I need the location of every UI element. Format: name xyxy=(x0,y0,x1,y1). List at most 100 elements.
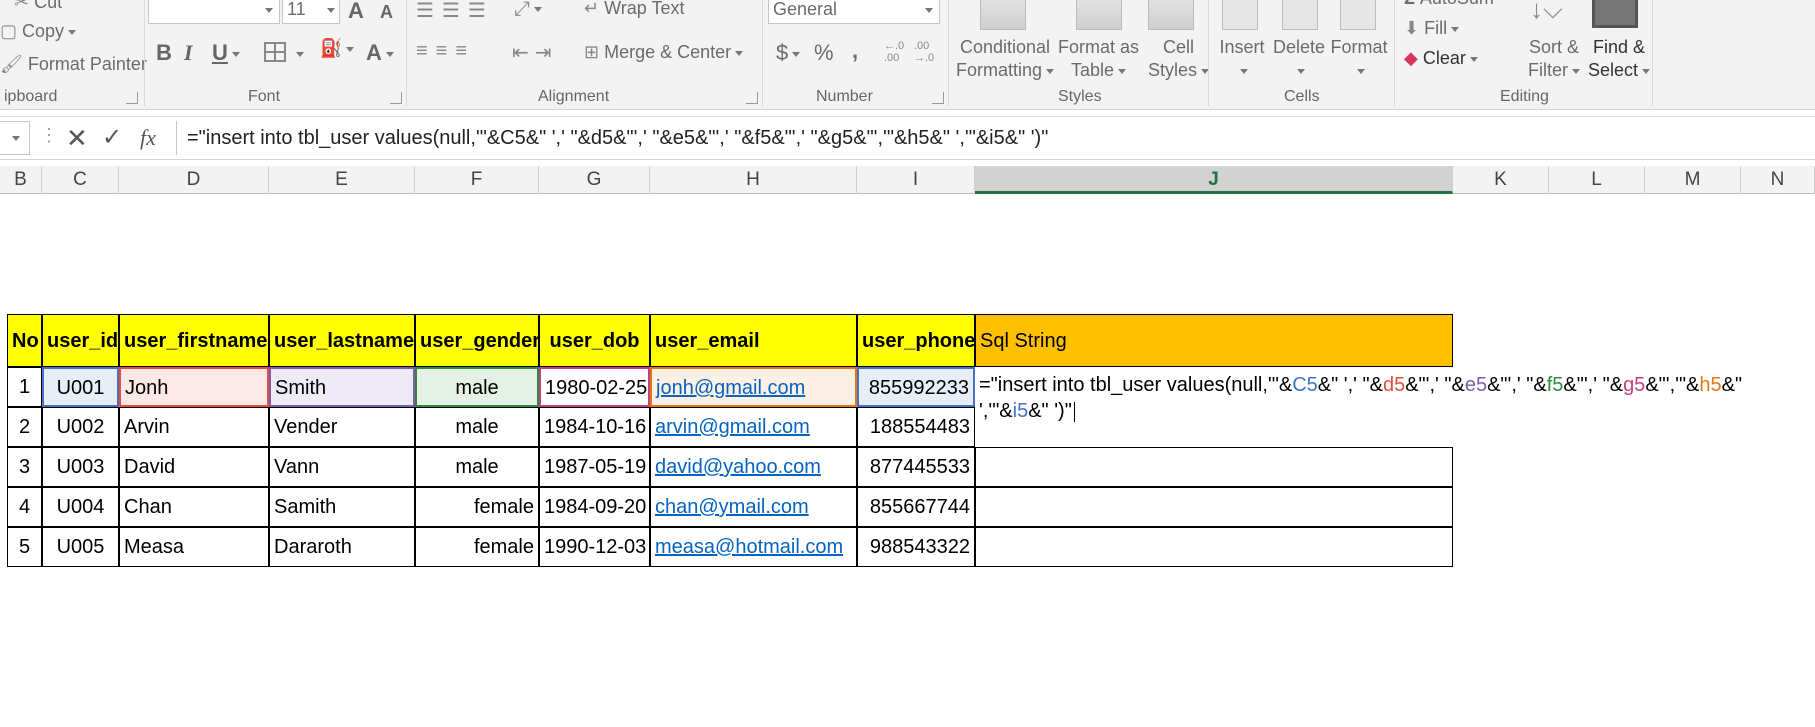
clipboard-launcher-icon[interactable] xyxy=(126,92,138,104)
comma-button[interactable]: , xyxy=(852,38,858,64)
table-cell[interactable]: 2 xyxy=(7,407,42,447)
table-cell[interactable]: Chan xyxy=(119,487,269,527)
merge-center-button[interactable]: ⊞ Merge & Center xyxy=(584,42,744,63)
format-painter-button[interactable]: 🖌 Format Painter xyxy=(0,54,147,75)
table-cell[interactable]: 1984-09-20 xyxy=(539,487,650,527)
table-cell[interactable] xyxy=(975,487,1453,527)
bold-button[interactable]: B xyxy=(156,40,172,66)
table-cell-link[interactable]: jonh@gmail.com xyxy=(650,367,857,407)
column-header-l[interactable]: L xyxy=(1549,166,1645,194)
table-cell[interactable]: 4 xyxy=(7,487,42,527)
header-cell-user-dob[interactable]: user_dob xyxy=(539,314,650,367)
column-header-n[interactable]: N xyxy=(1741,166,1815,194)
column-header-g[interactable]: G xyxy=(539,166,650,194)
table-cell[interactable]: 5 xyxy=(7,527,42,567)
underline-button[interactable]: U xyxy=(212,40,240,66)
table-cell[interactable]: Measa xyxy=(119,527,269,567)
number-launcher-icon[interactable] xyxy=(932,92,944,104)
column-header-m[interactable]: M xyxy=(1645,166,1741,194)
active-edit-cell[interactable]: ="insert into tbl_user values(null,'"&C5… xyxy=(975,372,1815,424)
increase-decimal-button[interactable]: ←.0 .00 xyxy=(884,40,912,64)
table-cell[interactable]: U003 xyxy=(42,447,119,487)
drag-handle-icon[interactable]: ⋮ xyxy=(40,125,58,146)
indent-icons[interactable]: ⇤⇥ xyxy=(512,40,558,65)
table-cell[interactable]: 188554483 xyxy=(857,407,975,447)
alignment-launcher-icon[interactable] xyxy=(746,92,758,104)
table-cell[interactable]: Vender xyxy=(269,407,415,447)
table-cell[interactable]: 1 xyxy=(7,367,42,407)
header-cell-user-firstname[interactable]: user_firstname xyxy=(119,314,269,367)
table-cell[interactable]: 988543322 xyxy=(857,527,975,567)
grow-font-button[interactable]: A xyxy=(348,0,364,24)
fill-button[interactable]: ⬇ Fill xyxy=(1404,18,1460,39)
find-select-button[interactable]: Find & Select xyxy=(1588,36,1651,82)
cut-button[interactable]: ✂ Cut xyxy=(14,0,62,13)
table-cell[interactable]: Arvin xyxy=(119,407,269,447)
table-cell[interactable]: 3 xyxy=(7,447,42,487)
number-format-combo[interactable]: General xyxy=(768,0,940,24)
sort-filter-button[interactable]: Sort & Filter xyxy=(1528,36,1580,82)
copy-button[interactable]: ▢ Copy xyxy=(0,21,77,42)
borders-icon[interactable] xyxy=(264,42,286,62)
table-cell[interactable]: 1987-05-19 xyxy=(539,447,650,487)
table-cell[interactable]: Dararoth xyxy=(269,527,415,567)
italic-button[interactable]: I xyxy=(184,40,193,66)
column-header-f[interactable]: F xyxy=(415,166,539,194)
format-as-table-button[interactable]: Format as Table xyxy=(1058,36,1139,82)
column-header-b[interactable]: B xyxy=(0,166,42,194)
header-cell-no[interactable]: No xyxy=(7,314,42,367)
table-cell[interactable]: 877445533 xyxy=(857,447,975,487)
column-header-i[interactable]: I xyxy=(857,166,975,194)
table-cell-link[interactable]: arvin@gmail.com xyxy=(650,407,857,447)
table-cell[interactable]: male xyxy=(415,407,539,447)
table-cell[interactable]: 1984-10-16 xyxy=(539,407,650,447)
percent-button[interactable]: % xyxy=(814,40,834,66)
insert-button[interactable]: Insert xyxy=(1218,36,1266,82)
cancel-icon[interactable]: ✕ xyxy=(66,121,88,155)
header-cell-user-phone[interactable]: user_phone xyxy=(857,314,975,367)
table-cell[interactable]: U001 xyxy=(42,367,119,407)
shrink-font-button[interactable]: A xyxy=(380,2,393,23)
table-cell[interactable]: 1980-02-25 xyxy=(539,367,650,407)
table-cell[interactable]: Jonh xyxy=(119,367,269,407)
table-cell[interactable]: 855667744 xyxy=(857,487,975,527)
autosum-button[interactable]: Σ AutoSum xyxy=(1404,0,1494,9)
header-cell-user-email[interactable]: user_email xyxy=(650,314,857,367)
vertical-align-icons[interactable]: ☰☰☰ xyxy=(416,0,494,23)
font-size-combo[interactable]: 11 xyxy=(282,0,340,24)
table-cell[interactable] xyxy=(975,447,1453,487)
table-cell[interactable]: Samith xyxy=(269,487,415,527)
table-cell[interactable]: female xyxy=(415,527,539,567)
column-header-h[interactable]: H xyxy=(650,166,857,194)
table-cell[interactable] xyxy=(975,527,1453,567)
table-cell[interactable]: Vann xyxy=(269,447,415,487)
cell-styles-button[interactable]: Cell Styles xyxy=(1148,36,1210,82)
table-cell[interactable]: Smith xyxy=(269,367,415,407)
delete-button[interactable]: Delete xyxy=(1272,36,1326,82)
header-cell-user-gender[interactable]: user_gender xyxy=(415,314,540,367)
column-header-k[interactable]: K xyxy=(1453,166,1549,194)
column-header-j[interactable]: J xyxy=(975,166,1453,194)
header-cell-user-lastname[interactable]: user_lastname xyxy=(269,314,415,367)
currency-button[interactable]: $ xyxy=(776,40,801,66)
table-cell[interactable]: 1990-12-03 xyxy=(539,527,650,567)
column-header-c[interactable]: C xyxy=(42,166,119,194)
insert-function-icon[interactable]: fx xyxy=(140,121,156,155)
header-cell-sql-string[interactable]: Sql String xyxy=(975,314,1453,367)
wrap-text-button[interactable]: ↵ Wrap Text xyxy=(584,0,684,19)
format-button[interactable]: Format xyxy=(1330,36,1388,82)
orientation-icon[interactable]: ⤢ xyxy=(514,0,542,21)
column-header-d[interactable]: D xyxy=(119,166,269,194)
header-cell-user-id[interactable]: user_id xyxy=(42,314,119,367)
conditional-formatting-button[interactable]: Conditional Formatting xyxy=(956,36,1055,82)
name-box[interactable] xyxy=(0,121,30,155)
table-cell-link[interactable]: measa@hotmail.com xyxy=(650,527,857,567)
table-cell[interactable]: U004 xyxy=(42,487,119,527)
fill-color-icon[interactable]: ⛽ xyxy=(320,38,355,59)
chevron-down-icon[interactable] xyxy=(296,52,304,57)
horizontal-align-icons[interactable]: ≡≡≡ xyxy=(416,40,475,63)
worksheet[interactable]: No user_id user_firstname user_lastname … xyxy=(0,194,1815,727)
decrease-decimal-button[interactable]: .00 →.0 xyxy=(914,40,942,64)
table-cell[interactable]: female xyxy=(415,487,539,527)
table-cell-link[interactable]: chan@ymail.com xyxy=(650,487,857,527)
